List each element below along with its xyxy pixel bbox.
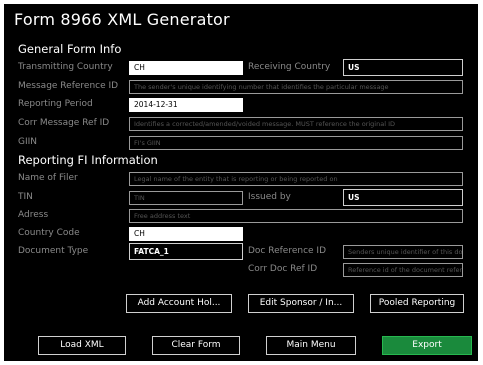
- tin-field[interactable]: TIN: [129, 191, 243, 205]
- corr-doc-ref-id-field[interactable]: Reference id of the document refer: [343, 263, 463, 277]
- transmitting-country-label: Transmitting Country: [18, 62, 113, 72]
- message-reference-id-label: Message Reference ID: [18, 81, 119, 91]
- receiving-country-select[interactable]: US: [343, 59, 463, 76]
- window-title: Form 8966 XML Generator: [14, 10, 230, 29]
- export-button[interactable]: Export: [382, 336, 472, 355]
- general-form-info-heading: General Form Info: [18, 42, 122, 56]
- issued-by-select[interactable]: US: [343, 189, 463, 206]
- doc-reference-id-field[interactable]: Senders unique identifier of this do: [343, 245, 463, 259]
- address-field[interactable]: Free address text: [129, 209, 463, 223]
- app-window: Form 8966 XML Generator General Form Inf…: [4, 4, 478, 361]
- giin-label: GIIN: [18, 137, 38, 147]
- name-of-filer-label: Name of Filer: [18, 173, 78, 183]
- document-type-label: Document Type: [18, 246, 89, 256]
- pooled-reporting-button[interactable]: Pooled Reporting: [370, 294, 464, 313]
- transmitting-country-field[interactable]: CH: [129, 61, 243, 75]
- doc-reference-id-label: Doc Reference ID: [248, 246, 327, 256]
- country-code-field[interactable]: CH: [129, 227, 243, 241]
- corr-doc-ref-id-label: Corr Doc Ref ID: [248, 264, 318, 274]
- reporting-period-field[interactable]: 2014-12-31: [129, 98, 243, 112]
- clear-form-button[interactable]: Clear Form: [152, 336, 240, 355]
- reporting-period-label: Reporting Period: [18, 99, 93, 109]
- country-code-label: Country Code: [18, 228, 80, 238]
- corr-message-ref-id-field[interactable]: Identifies a corrected/amended/voided me…: [129, 117, 463, 131]
- giin-field[interactable]: FI's GIIN: [129, 136, 463, 150]
- load-xml-button[interactable]: Load XML: [38, 336, 126, 355]
- document-type-select[interactable]: FATCA_1: [129, 243, 243, 260]
- receiving-country-label: Receiving Country: [248, 62, 331, 72]
- address-label: Adress: [18, 210, 49, 220]
- corr-message-ref-id-label: Corr Message Ref ID: [18, 118, 110, 128]
- name-of-filer-field[interactable]: Legal name of the entity that is reporti…: [129, 172, 463, 186]
- main-menu-button[interactable]: Main Menu: [266, 336, 356, 355]
- add-account-holder-button[interactable]: Add Account Hol...: [126, 294, 232, 313]
- message-reference-id-field[interactable]: The sender's unique identifying number t…: [129, 80, 463, 94]
- issued-by-label: Issued by: [248, 192, 291, 202]
- reporting-fi-heading: Reporting FI Information: [18, 153, 158, 167]
- tin-label: TIN: [18, 192, 33, 202]
- edit-sponsor-button[interactable]: Edit Sponsor / In...: [248, 294, 354, 313]
